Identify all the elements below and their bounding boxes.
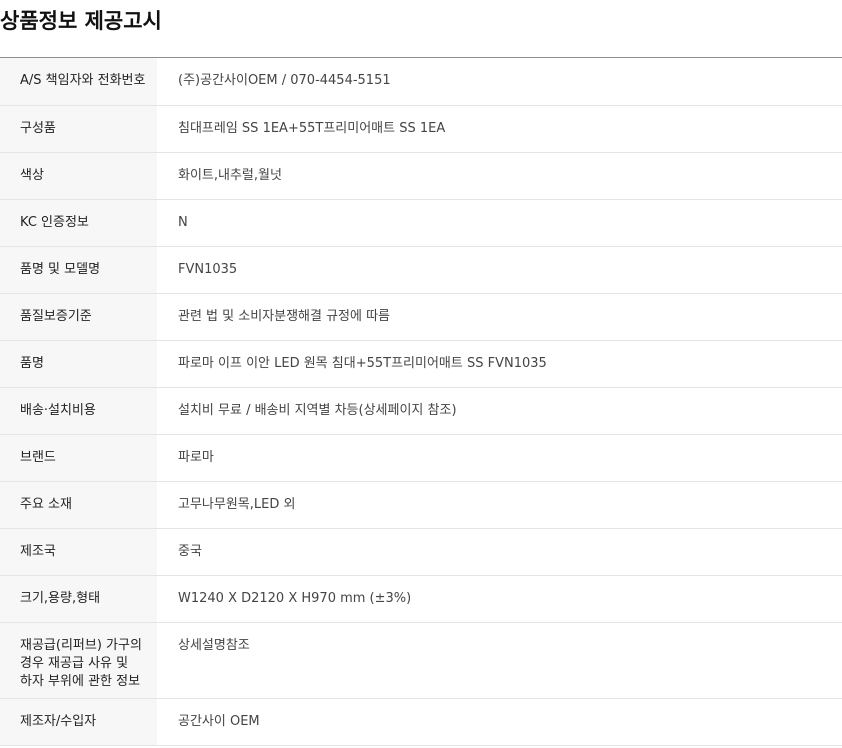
row-value-text: 설치비 무료 / 배송비 지역별 차등(상세페이지 참조)	[178, 403, 457, 418]
row-label: 브랜드	[0, 434, 157, 482]
row-label-text: 주요 소재	[20, 497, 72, 512]
table-row: 주요 소재 고무나무원목,LED 외	[0, 481, 842, 529]
row-value: 중국	[157, 528, 842, 576]
table-row: 색상 화이트,내추럴,월넛	[0, 152, 842, 200]
row-label-text: 제조국	[20, 544, 56, 559]
row-label: 제조자/수입자	[0, 698, 157, 746]
row-label: 크기,용량,형태	[0, 575, 157, 623]
row-value: 고무나무원목,LED 외	[157, 481, 842, 529]
table-row: 제조자/수입자 공간사이 OEM	[0, 698, 842, 746]
row-value-text: W1240 X D2120 X H970 mm (±3%)	[178, 591, 412, 606]
row-label: 구성품	[0, 105, 157, 153]
table-row: 크기,용량,형태 W1240 X D2120 X H970 mm (±3%)	[0, 575, 842, 623]
row-label-text: 브랜드	[20, 450, 56, 465]
row-value: 상세설명참조	[157, 622, 842, 699]
row-label-text: 배송·설치비용	[20, 403, 96, 418]
row-value: (주)공간사이OEM / 070-4454-5151	[157, 57, 842, 106]
row-value-text: (주)공간사이OEM / 070-4454-5151	[178, 73, 391, 88]
row-value: 화이트,내추럴,월넛	[157, 152, 842, 200]
row-label-text: 품명 및 모델명	[20, 262, 101, 277]
row-value: FVN1035	[157, 246, 842, 294]
row-value-text: 중국	[178, 544, 202, 559]
row-value-text: 파로마 이프 이안 LED 원목 침대+55T프리미어매트 SS FVN1035	[178, 356, 547, 371]
row-value: 파로마	[157, 434, 842, 482]
table-row: 품질보증기준 관련 법 및 소비자분쟁해결 규정에 따름	[0, 293, 842, 341]
row-value: 침대프레임 SS 1EA+55T프리미어매트 SS 1EA	[157, 105, 842, 153]
row-value-text: 침대프레임 SS 1EA+55T프리미어매트 SS 1EA	[178, 121, 446, 136]
row-label: 품질보증기준	[0, 293, 157, 341]
table-row: KC 인증정보 N	[0, 199, 842, 247]
row-value-text: 화이트,내추럴,월넛	[178, 168, 282, 183]
table-row: 브랜드 파로마	[0, 434, 842, 482]
table-row: 구성품 침대프레임 SS 1EA+55T프리미어매트 SS 1EA	[0, 105, 842, 153]
row-label: 배송·설치비용	[0, 387, 157, 435]
row-value: 공간사이 OEM	[157, 698, 842, 746]
row-label-text: 제조자/수입자	[20, 714, 97, 729]
row-label-text: 크기,용량,형태	[20, 591, 101, 606]
row-label-text: 색상	[20, 168, 44, 183]
row-value: 파로마 이프 이안 LED 원목 침대+55T프리미어매트 SS FVN1035	[157, 340, 842, 388]
row-label: 색상	[0, 152, 157, 200]
page-title: 상품정보 제공고시	[0, 9, 162, 33]
row-value: W1240 X D2120 X H970 mm (±3%)	[157, 575, 842, 623]
row-value: 설치비 무료 / 배송비 지역별 차등(상세페이지 참조)	[157, 387, 842, 435]
row-label-text: 품질보증기준	[20, 309, 92, 324]
row-label-text: A/S 책임자와 전화번호	[20, 73, 146, 88]
row-label: KC 인증정보	[0, 199, 157, 247]
row-label: A/S 책임자와 전화번호	[0, 57, 157, 106]
table-row: 배송·설치비용 설치비 무료 / 배송비 지역별 차등(상세페이지 참조)	[0, 387, 842, 435]
row-label: 품명	[0, 340, 157, 388]
table-row: 품명 파로마 이프 이안 LED 원목 침대+55T프리미어매트 SS FVN1…	[0, 340, 842, 388]
row-label: 재공급(리퍼브) 가구의 경우 재공급 사유 및 하자 부위에 관한 정보	[0, 622, 157, 699]
row-value-text: 고무나무원목,LED 외	[178, 497, 296, 512]
table-row: 재공급(리퍼브) 가구의 경우 재공급 사유 및 하자 부위에 관한 정보 상세…	[0, 622, 842, 699]
row-label: 품명 및 모델명	[0, 246, 157, 294]
row-label-text: 구성품	[20, 121, 56, 136]
table-row: A/S 책임자와 전화번호 (주)공간사이OEM / 070-4454-5151	[0, 57, 842, 106]
product-info-table: A/S 책임자와 전화번호 (주)공간사이OEM / 070-4454-5151…	[0, 57, 842, 746]
row-value-text: 상세설명참조	[178, 638, 250, 653]
row-value-text: 관련 법 및 소비자분쟁해결 규정에 따름	[178, 309, 391, 324]
row-label: 제조국	[0, 528, 157, 576]
row-value-text: N	[178, 215, 188, 230]
row-label: 주요 소재	[0, 481, 157, 529]
row-label-text: KC 인증정보	[20, 215, 89, 230]
row-value-text: 공간사이 OEM	[178, 714, 260, 729]
row-value: 관련 법 및 소비자분쟁해결 규정에 따름	[157, 293, 842, 341]
row-value-text: FVN1035	[178, 262, 238, 277]
row-label-text: 품명	[20, 356, 44, 371]
table-row: 품명 및 모델명 FVN1035	[0, 246, 842, 294]
row-value: N	[157, 199, 842, 247]
row-value-text: 파로마	[178, 450, 214, 465]
table-row: 제조국 중국	[0, 528, 842, 576]
row-label-text: 재공급(리퍼브) 가구의 경우 재공급 사유 및 하자 부위에 관한 정보	[20, 638, 147, 689]
